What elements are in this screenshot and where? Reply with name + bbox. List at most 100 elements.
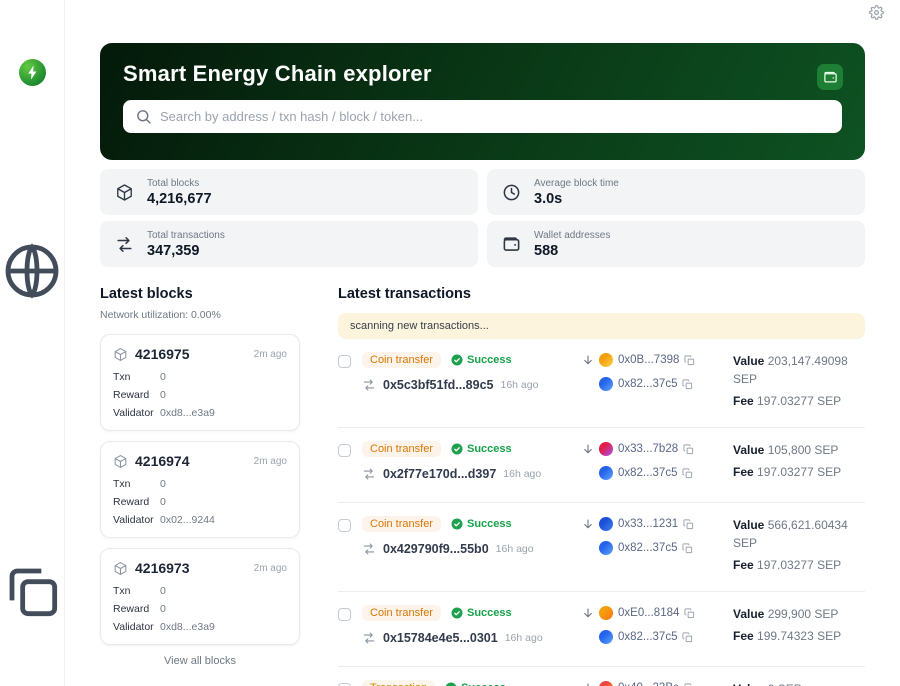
transaction-row: Transaction Success 0x35f0f9d9d...0057 1… <box>338 667 865 686</box>
status-badge: Success <box>451 443 512 455</box>
value-label: Value <box>733 607 764 621</box>
copy-icon[interactable] <box>682 379 693 390</box>
wallet-icon <box>823 70 838 85</box>
block-txn-value: 0 <box>160 371 166 383</box>
app-header-banner: Smart Energy Chain explorer <box>100 43 865 160</box>
transfer-icon <box>115 235 134 254</box>
status-text: Success <box>467 443 512 455</box>
from-avatar <box>599 681 613 686</box>
latest-blocks-panel: Latest blocks Network utilization: 0.00%… <box>100 286 300 686</box>
copy-icon[interactable] <box>682 468 693 479</box>
transaction-hash-link[interactable]: 0x15784e4e5...0301 <box>383 631 498 645</box>
from-address-link[interactable]: 0x33...7b28 <box>618 443 678 455</box>
wallet-icon <box>502 235 521 254</box>
latest-blocks-title: Latest blocks <box>100 286 300 302</box>
fee-amount: 197.03277 SEP <box>757 465 841 479</box>
block-validator-value: 0xd8...e3a9 <box>160 407 215 419</box>
globe-icon[interactable] <box>0 111 64 431</box>
stat-value: 3.0s <box>534 191 619 207</box>
copy-icon[interactable] <box>682 632 693 643</box>
copy-icon[interactable] <box>684 355 695 366</box>
status-badge: Success <box>451 518 512 530</box>
tx-amounts: Value 0 SEP Fee 400.14358 SEP <box>733 680 865 686</box>
block-number-link[interactable]: 4216974 <box>135 453 190 469</box>
stat-card: Total transactions 347,359 <box>100 221 478 267</box>
transaction-type-tag: Coin transfer <box>362 441 441 457</box>
block-reward-label: Reward <box>113 389 160 401</box>
copy-icon[interactable] <box>683 519 694 530</box>
view-all-blocks-link[interactable]: View all blocks <box>100 655 300 667</box>
from-address-link[interactable]: 0x40...23Bc <box>618 682 679 686</box>
cube-icon <box>113 561 128 576</box>
app-logo[interactable] <box>19 59 46 86</box>
wallet-button[interactable] <box>817 64 843 90</box>
scanning-banner: scanning new transactions... <box>338 313 865 339</box>
transaction-type-icon <box>338 355 351 368</box>
transaction-type-icon <box>338 444 351 457</box>
cube-icon <box>115 183 134 202</box>
block-number-link[interactable]: 4216973 <box>135 560 190 576</box>
block-reward-label: Reward <box>113 496 160 508</box>
from-avatar <box>599 606 613 620</box>
page-title: Smart Energy Chain explorer <box>123 61 842 87</box>
to-address-link[interactable]: 0x82...37c5 <box>618 542 677 554</box>
from-avatar <box>599 442 613 456</box>
block-reward-value: 0 <box>160 389 166 401</box>
stat-label: Average block time <box>534 178 619 189</box>
fee-label: Fee <box>733 394 754 408</box>
status-text: Success <box>467 518 512 530</box>
transaction-type-tag: Coin transfer <box>362 352 441 368</box>
search-input[interactable] <box>123 100 842 133</box>
stat-card: Average block time 3.0s <box>487 169 865 215</box>
cube-icon <box>113 347 128 362</box>
block-card: 4216974 2m ago Txn 0 Reward 0 Validator … <box>100 441 300 538</box>
to-address-link[interactable]: 0x82...37c5 <box>618 378 677 390</box>
block-age: 2m ago <box>254 349 287 360</box>
block-validator-label: Validator <box>113 621 160 633</box>
copy-icon[interactable] <box>684 683 695 686</box>
sidebar: API <box>0 0 65 686</box>
check-circle-icon <box>451 354 463 366</box>
transaction-type-icon <box>338 608 351 621</box>
from-address-link[interactable]: 0x0B...7398 <box>618 354 679 366</box>
to-avatar <box>599 377 613 391</box>
block-number-link[interactable]: 4216975 <box>135 346 190 362</box>
transaction-hash-link[interactable]: 0x429790f9...55b0 <box>383 542 489 556</box>
to-avatar <box>599 466 613 480</box>
transaction-type-icon <box>338 519 351 532</box>
from-address-link[interactable]: 0xE0...8184 <box>618 607 679 619</box>
status-text: Success <box>467 354 512 366</box>
check-circle-icon <box>451 518 463 530</box>
block-txn-label: Txn <box>113 585 160 597</box>
swap-arrows-icon <box>362 542 376 556</box>
value-label: Value <box>733 682 764 686</box>
blocks-icon[interactable] <box>0 431 64 686</box>
from-avatar <box>599 353 613 367</box>
page-settings-gear-icon[interactable] <box>869 5 884 20</box>
tx-amounts: Value 105,800 SEP Fee 197.03277 SEP <box>733 441 865 485</box>
block-age: 2m ago <box>254 456 287 467</box>
swap-arrows-icon <box>362 378 376 392</box>
from-address-link[interactable]: 0x33...1231 <box>618 518 678 530</box>
block-reward-value: 0 <box>160 603 166 615</box>
transaction-hash-link[interactable]: 0x5c3bf51fd...89c5 <box>383 378 494 392</box>
search-icon <box>135 108 152 125</box>
to-address-link[interactable]: 0x82...37c5 <box>618 631 677 643</box>
transaction-row: Coin transfer Success 0x429790f9...55b0 … <box>338 503 865 592</box>
block-validator-value: 0xd8...e3a9 <box>160 621 215 633</box>
copy-icon[interactable] <box>684 608 695 619</box>
copy-icon[interactable] <box>682 543 693 554</box>
transaction-hash-link[interactable]: 0x2f77e170d...d397 <box>383 467 496 481</box>
value-label: Value <box>733 518 764 532</box>
arrow-down-icon <box>582 354 594 366</box>
block-reward-value: 0 <box>160 496 166 508</box>
copy-icon[interactable] <box>683 444 694 455</box>
stats-grid: Total blocks 4,216,677 Average block tim… <box>100 169 865 267</box>
value-label: Value <box>733 354 764 368</box>
fee-amount: 197.03277 SEP <box>757 394 841 408</box>
sidebar-nav: API <box>0 111 64 431</box>
block-age: 2m ago <box>254 563 287 574</box>
transaction-row: Coin transfer Success 0x5c3bf51fd...89c5… <box>338 339 865 428</box>
main-content: Smart Energy Chain explorer Total blocks… <box>100 43 865 686</box>
to-address-link[interactable]: 0x82...37c5 <box>618 467 677 479</box>
